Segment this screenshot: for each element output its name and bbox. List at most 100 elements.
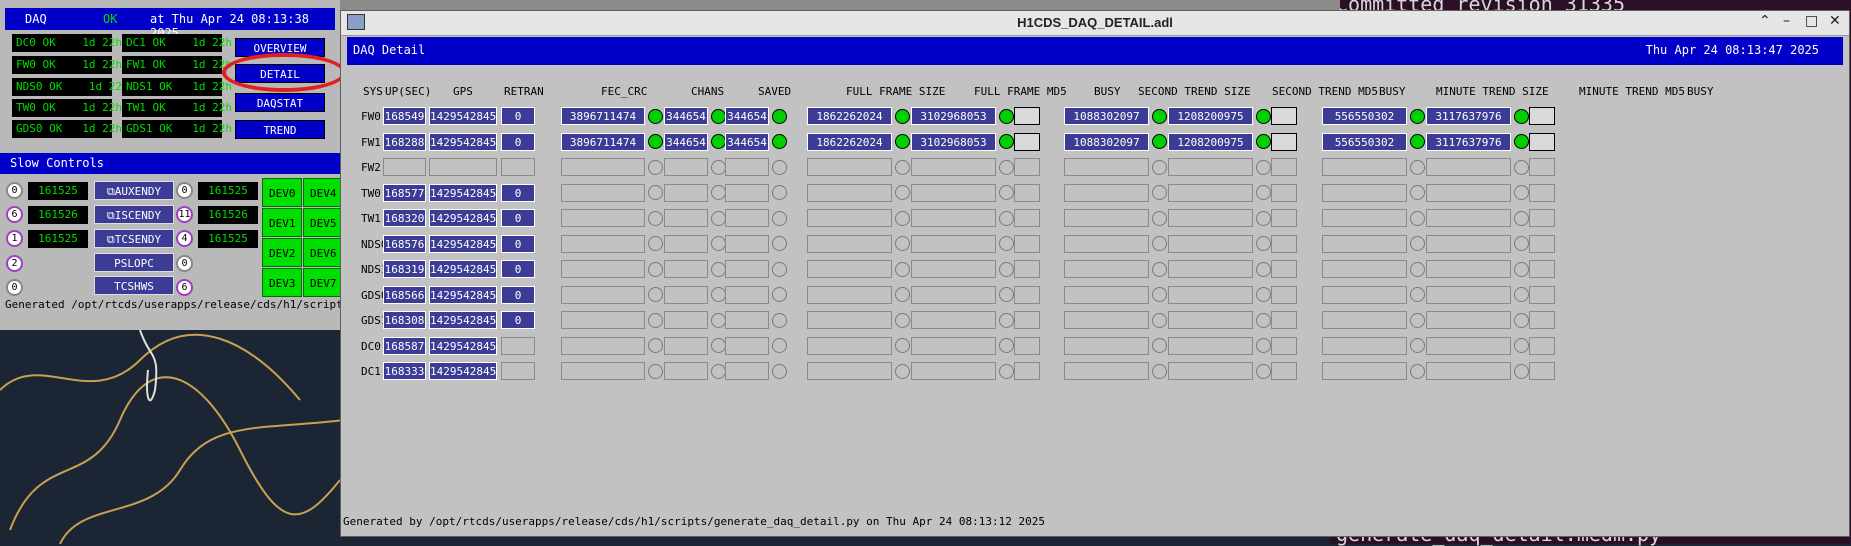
ffs-cell <box>807 311 892 329</box>
status-led <box>999 108 1014 124</box>
status-led <box>999 287 1014 302</box>
highlight-annotation <box>222 53 346 92</box>
status-led <box>711 108 726 124</box>
status-item: NDS1 OK 1d 22h <box>122 78 232 96</box>
fec-cell <box>561 311 645 329</box>
row-sys-label: DC1 <box>361 365 381 378</box>
status-item: TW1 OK 1d 22h <box>122 99 232 117</box>
status-led <box>648 159 663 175</box>
saved-cell <box>725 209 769 227</box>
status-led <box>895 261 910 277</box>
up-cell: 168577 <box>383 183 426 202</box>
dev-indicator: DEV0 <box>262 178 302 207</box>
status-led <box>999 312 1014 328</box>
status-item: GDS0 OK 1d 22h <box>12 120 122 138</box>
column-header: GPS <box>453 85 473 98</box>
ffs-cell <box>807 234 892 253</box>
minimize-icon[interactable]: – <box>1783 13 1790 29</box>
status-led <box>772 108 787 124</box>
column-header: SYS <box>363 85 383 98</box>
fec-cell <box>561 285 645 304</box>
chans-cell <box>664 336 708 355</box>
retran-cell <box>501 336 535 355</box>
gps-value: 161525 <box>28 230 88 248</box>
status-led <box>1410 159 1425 175</box>
mts-cell <box>1322 158 1407 176</box>
status-item: DC1 OK 1d 22h <box>122 34 232 52</box>
mtm-cell <box>1426 260 1511 278</box>
busy3-cell <box>1529 285 1555 304</box>
busy1-cell <box>1014 132 1040 151</box>
shade-icon[interactable]: ⌃ <box>1759 13 1771 29</box>
maximize-icon[interactable]: □ <box>1805 13 1818 29</box>
stm-cell <box>1168 362 1253 380</box>
status-led <box>1256 185 1271 200</box>
window-titlebar[interactable]: H1CDS_DAQ_DETAIL.adl ⌃ – □ ✕ <box>341 11 1849 36</box>
ffs-cell <box>807 209 892 227</box>
column-header: FULL FRAME MD5 <box>974 85 1067 98</box>
busy2-cell <box>1271 107 1297 125</box>
ffm-cell <box>911 362 996 380</box>
status-led <box>1256 210 1271 226</box>
status-led <box>1256 363 1271 379</box>
chans-cell: 344654 <box>664 107 708 125</box>
busy3-cell <box>1529 362 1555 380</box>
busy1-cell <box>1014 260 1040 278</box>
auxendy-button[interactable]: ⧉AUXENDY <box>94 181 174 200</box>
status-item: TW0 OK 1d 22h <box>12 99 122 117</box>
detail-time: Thu Apr 24 08:13:47 2025 <box>1645 43 1819 57</box>
status-led <box>1514 363 1529 379</box>
gps-cell: 1429542845 <box>429 183 497 202</box>
status-led <box>1514 338 1529 353</box>
pslopc-button[interactable]: PSLOPC <box>94 253 174 272</box>
desktop-wallpaper <box>0 330 345 544</box>
mts-cell <box>1322 336 1407 355</box>
daqstat-button[interactable]: DAQSTAT <box>235 93 325 112</box>
column-header: SECOND TREND SIZE <box>1138 85 1251 98</box>
busy2-cell <box>1271 362 1297 380</box>
count-circle: 1 <box>6 230 23 247</box>
status-led <box>648 108 663 124</box>
sts-cell <box>1064 209 1149 227</box>
trend-button[interactable]: TREND <box>235 120 325 139</box>
status-led <box>1514 159 1529 175</box>
stm-cell <box>1168 234 1253 253</box>
column-header: BUSY <box>1379 85 1406 98</box>
status-led <box>1152 185 1167 200</box>
ffm-cell <box>911 336 996 355</box>
detail-title: DAQ Detail <box>353 43 426 57</box>
busy2-cell <box>1271 209 1297 227</box>
stm-cell <box>1168 183 1253 202</box>
mtm-cell: 3117637976 <box>1426 132 1511 151</box>
ffm-cell <box>911 158 996 176</box>
busy3-cell <box>1529 336 1555 355</box>
dev-indicator: DEV6 <box>303 238 343 267</box>
status-led <box>711 159 726 175</box>
count-circle: 11 <box>176 206 193 223</box>
stm-cell <box>1168 260 1253 278</box>
stm-cell <box>1168 158 1253 176</box>
busy2-cell <box>1271 285 1297 304</box>
status-led <box>1152 210 1167 226</box>
column-header: MINUTE TREND MD5 <box>1579 85 1685 98</box>
chans-cell <box>664 311 708 329</box>
retran-cell <box>501 362 535 380</box>
up-cell <box>383 158 426 176</box>
fec-cell <box>561 362 645 380</box>
status-led <box>895 108 910 124</box>
status-led <box>895 363 910 379</box>
busy1-cell <box>1014 183 1040 202</box>
tcsendy-button[interactable]: ⧉TCSENDY <box>94 229 174 248</box>
status-led <box>648 134 663 149</box>
iscendy-button[interactable]: ⧉ISCENDY <box>94 205 174 224</box>
column-header: BUSY <box>1094 85 1121 98</box>
close-icon[interactable]: ✕ <box>1829 13 1841 29</box>
chans-cell <box>664 234 708 253</box>
ffs-cell <box>807 362 892 380</box>
stm-cell: 1208200975 <box>1168 132 1253 151</box>
gps-cell <box>429 158 497 176</box>
daq-detail-window: H1CDS_DAQ_DETAIL.adl ⌃ – □ ✕ DAQ Detail … <box>340 10 1850 537</box>
status-led <box>711 363 726 379</box>
status-led <box>999 185 1014 200</box>
tcshws-button[interactable]: TCSHWS <box>94 276 174 295</box>
